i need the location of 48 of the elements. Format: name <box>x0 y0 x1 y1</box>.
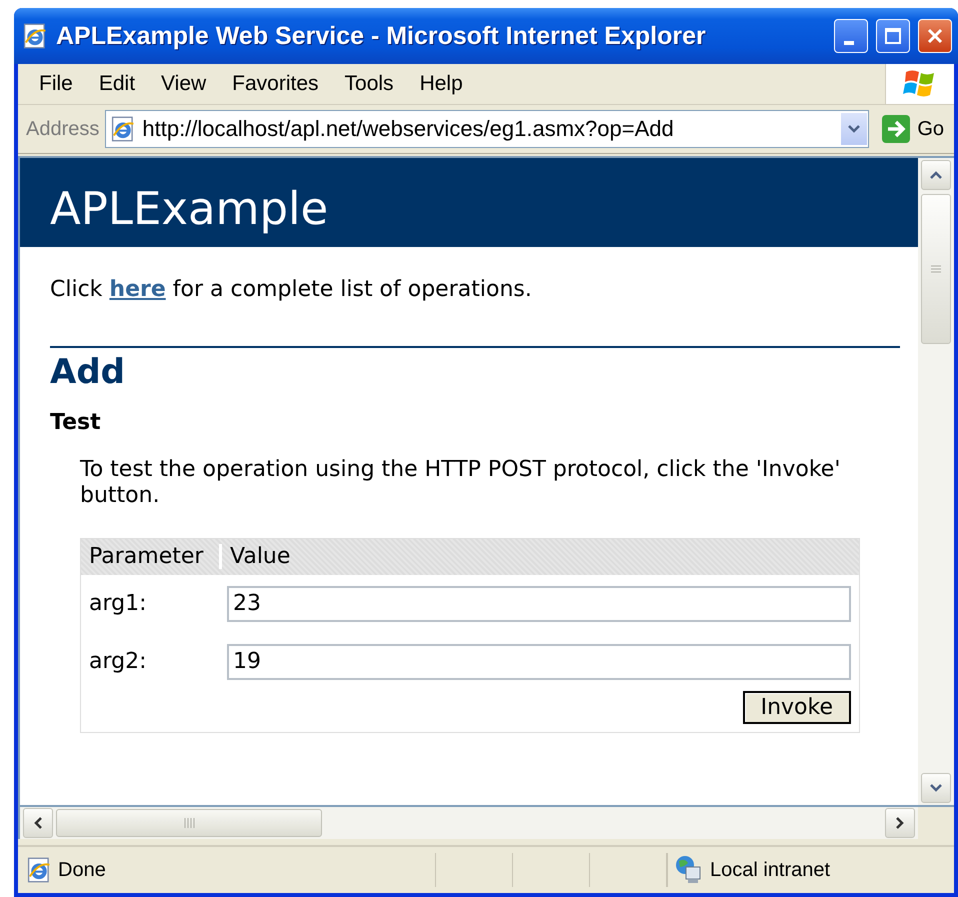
caret-icon <box>929 783 943 793</box>
column-header: Parameter <box>81 544 222 570</box>
operations-link[interactable]: here <box>109 277 166 302</box>
menu-item[interactable]: Tools <box>332 68 407 100</box>
horizontal-scrollbar[interactable] <box>18 807 918 839</box>
parameter-label: arg1: <box>89 591 148 616</box>
column-header: Value <box>229 544 292 570</box>
maximize-button[interactable] <box>876 19 910 53</box>
zone-text: Local intranet <box>710 858 830 882</box>
address-field[interactable]: http://localhost/apl.net/webservices/eg1.asmx?op=Add <box>105 110 870 148</box>
parameter-label: arg2: <box>89 649 148 674</box>
caret-icon <box>895 816 905 830</box>
intro-text: Click here for a complete list of operations. <box>50 277 533 302</box>
close-button[interactable] <box>918 19 952 53</box>
menu-item[interactable]: Edit <box>86 68 148 100</box>
minimize-button[interactable] <box>834 19 868 53</box>
scroll-down-button[interactable] <box>921 773 951 803</box>
go-button[interactable]: Go <box>875 114 950 144</box>
page-icon <box>26 857 52 883</box>
menu-item[interactable]: File <box>26 68 86 100</box>
address-label: Address <box>26 118 100 140</box>
invoke-button[interactable]: Invoke <box>742 690 851 724</box>
page-icon <box>110 116 136 142</box>
input-field[interactable]: 23 <box>227 586 851 622</box>
menu-item[interactable]: Favorites <box>219 68 332 100</box>
vertical-scrollbar[interactable] <box>918 158 954 805</box>
maximize-icon <box>884 27 902 45</box>
scroll-left-button[interactable] <box>23 808 53 838</box>
scroll-thumb[interactable] <box>56 809 322 837</box>
section-heading: Test <box>50 410 102 435</box>
caret-icon <box>33 816 43 830</box>
status-text: Done <box>58 858 106 882</box>
instructions-text: To test the operation using the HTTP POST protocol, click the 'Invoke' button. <box>80 457 842 510</box>
input-field[interactable]: 19 <box>227 644 851 680</box>
scroll-up-button[interactable] <box>921 160 951 190</box>
minimize-icon <box>844 41 854 45</box>
menu-item[interactable]: Help <box>406 68 476 100</box>
caret-icon <box>929 170 943 180</box>
scroll-right-button[interactable] <box>885 808 915 838</box>
operation-heading: Add <box>50 352 126 392</box>
close-icon <box>926 27 944 45</box>
window-title: APLExample Web Service - Microsoft Internet Explorer <box>56 22 707 50</box>
menu-item[interactable]: View <box>148 68 220 100</box>
scroll-thumb[interactable] <box>921 194 951 344</box>
page-banner: APLExample <box>20 158 918 247</box>
dropdown-button[interactable] <box>840 112 868 146</box>
caret-icon <box>847 124 862 134</box>
browser-icon <box>22 23 48 49</box>
